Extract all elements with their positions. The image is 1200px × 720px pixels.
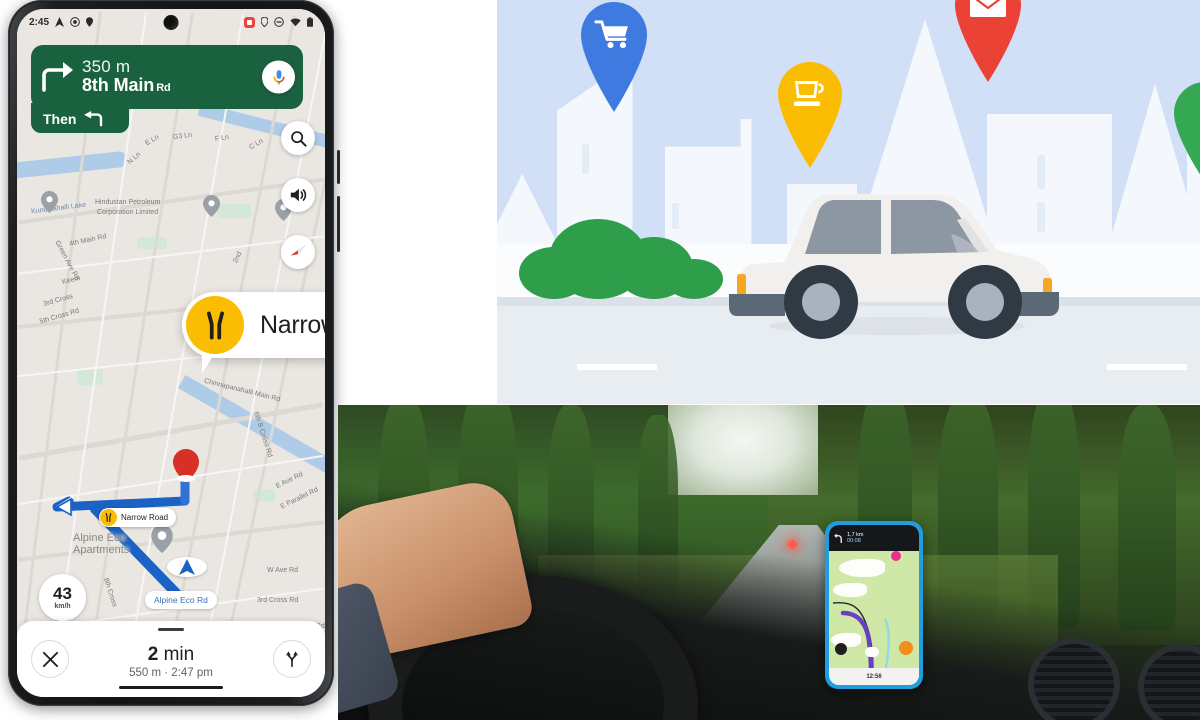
white-car-illustration bbox=[729, 194, 1059, 339]
compass-icon bbox=[290, 245, 306, 256]
map-label: N Ln bbox=[126, 150, 143, 167]
turn-right-icon bbox=[42, 61, 73, 92]
navigation-arrow-icon bbox=[55, 17, 65, 27]
status-bar-right bbox=[244, 16, 313, 28]
camera-punch-hole bbox=[163, 15, 179, 30]
screen-record-icon bbox=[70, 17, 80, 27]
report-button[interactable] bbox=[899, 641, 913, 655]
eta-text: 2 min bbox=[147, 643, 195, 665]
map-label: E Ln bbox=[144, 133, 161, 148]
envelope-icon bbox=[970, 0, 1006, 17]
callout-tail bbox=[202, 354, 214, 374]
mute-button[interactable] bbox=[835, 643, 847, 655]
compass-button[interactable] bbox=[281, 235, 315, 269]
close-navigation-button[interactable] bbox=[31, 640, 69, 678]
sheet-grab-handle[interactable] bbox=[158, 628, 184, 631]
road-dash bbox=[1107, 364, 1187, 370]
volume-on-icon bbox=[290, 188, 307, 202]
sound-button[interactable] bbox=[281, 178, 315, 212]
narrow-road-callout[interactable]: Narrow Road bbox=[182, 292, 325, 374]
bush bbox=[665, 259, 723, 299]
narrow-road-icon bbox=[100, 509, 117, 526]
map-label: C Ln bbox=[248, 137, 265, 152]
wifi-icon bbox=[290, 17, 301, 26]
building-window bbox=[582, 144, 589, 174]
mail-pin[interactable] bbox=[953, 0, 1023, 82]
navigation-street: 8th Main Rd bbox=[82, 74, 171, 95]
turn-left-icon bbox=[84, 111, 103, 127]
map-label: Corporation Limited bbox=[97, 209, 159, 216]
mounted-phone-screen: 1,7 km 00:08 12:56 bbox=[829, 525, 919, 685]
poi-pin-icon[interactable] bbox=[41, 191, 58, 213]
phone-power-button[interactable] bbox=[337, 150, 340, 184]
poi-pin-icon[interactable] bbox=[151, 525, 173, 553]
location-pin-icon bbox=[86, 17, 94, 27]
google-assistant-mic-icon bbox=[273, 69, 284, 85]
road-name-chip[interactable]: Alpine Eco Rd bbox=[145, 591, 217, 609]
map-label: Keerti bbox=[61, 274, 81, 287]
current-position-arrow-icon bbox=[179, 559, 195, 575]
cafe-pin[interactable] bbox=[777, 62, 843, 168]
speed-unit: km/h bbox=[54, 603, 71, 610]
narrow-road-icon bbox=[186, 296, 244, 354]
bush bbox=[519, 247, 589, 299]
speedometer-badge: 43 km/h bbox=[39, 574, 86, 621]
then-label: Then bbox=[43, 111, 77, 127]
map-label: Hindustan Petroleum bbox=[95, 199, 161, 206]
assistant-mic-button[interactable] bbox=[262, 60, 295, 94]
callout-label: Narrow Road bbox=[260, 310, 325, 339]
building-window bbox=[672, 203, 679, 229]
location-icon bbox=[261, 17, 268, 27]
shopping-pin[interactable] bbox=[579, 2, 649, 112]
alternate-routes-icon bbox=[286, 651, 298, 668]
phone-volume-button[interactable] bbox=[337, 196, 340, 252]
poi-pin-icon[interactable] bbox=[203, 195, 220, 217]
air-vent bbox=[1028, 638, 1120, 720]
close-icon bbox=[42, 651, 58, 667]
navigation-instruction[interactable]: 350 m 8th Main Rd bbox=[31, 45, 303, 109]
status-time: 2:45 bbox=[29, 16, 50, 28]
mounted-route-line bbox=[832, 601, 890, 675]
road-dash bbox=[577, 364, 657, 370]
phone-screen: Kundalahalli Lake Hindustan Petroleum Co… bbox=[17, 9, 325, 697]
map-label: F Ln bbox=[214, 134, 230, 143]
route-narrow-road-chip[interactable]: Narrow Road bbox=[99, 508, 177, 527]
map-label: 3rd Cross bbox=[42, 292, 74, 309]
map-label: G3 Ln bbox=[172, 131, 193, 142]
do-not-disturb-icon bbox=[274, 17, 284, 27]
mounted-eta: 00:08 bbox=[847, 538, 861, 544]
mounted-bottom-bar: 12:56 bbox=[829, 668, 919, 685]
mounted-phone: 1,7 km 00:08 12:56 bbox=[825, 521, 923, 689]
mounted-nav-texts: 1,7 km 00:08 bbox=[847, 532, 864, 545]
alternate-routes-button[interactable] bbox=[273, 640, 311, 678]
speed-value: 43 bbox=[53, 584, 72, 603]
trip-details: 550 m · 2:47 pm bbox=[129, 666, 213, 679]
chip-label: Narrow Road bbox=[121, 513, 169, 522]
driver-pov-photo: 1,7 km 00:08 12:56 bbox=[338, 405, 1200, 720]
mounted-clock: 12:56 bbox=[866, 673, 882, 680]
turn-left-icon bbox=[834, 533, 842, 543]
position-puck bbox=[865, 647, 879, 657]
navigation-texts: 350 m 8th Main Rd bbox=[82, 58, 171, 95]
status-bar-left: 2:45 bbox=[29, 16, 94, 28]
trip-summary: 2 min 550 m · 2:47 pm bbox=[69, 644, 273, 679]
map-lake bbox=[17, 150, 128, 180]
recording-icon bbox=[244, 16, 255, 28]
map-place-label: Alpine Eco Apartments bbox=[73, 532, 130, 556]
illustration-panel bbox=[497, 0, 1200, 404]
destination-dot bbox=[891, 551, 901, 561]
pin-base-shadow bbox=[177, 475, 195, 482]
navigation-card: 350 m 8th Main Rd Then bbox=[31, 45, 303, 133]
screenshot-canvas: Kundalahalli Lake Hindustan Petroleum Co… bbox=[0, 0, 1200, 720]
phone-mockup: Kundalahalli Lake Hindustan Petroleum Co… bbox=[8, 0, 340, 712]
home-indicator[interactable] bbox=[119, 685, 223, 689]
park-pin[interactable] bbox=[1173, 82, 1200, 182]
map-label: 2nd bbox=[232, 250, 244, 265]
mounted-nav-header: 1,7 km 00:08 bbox=[829, 525, 919, 551]
battery-icon bbox=[307, 17, 313, 27]
navigation-distance: 350 m bbox=[82, 57, 131, 77]
